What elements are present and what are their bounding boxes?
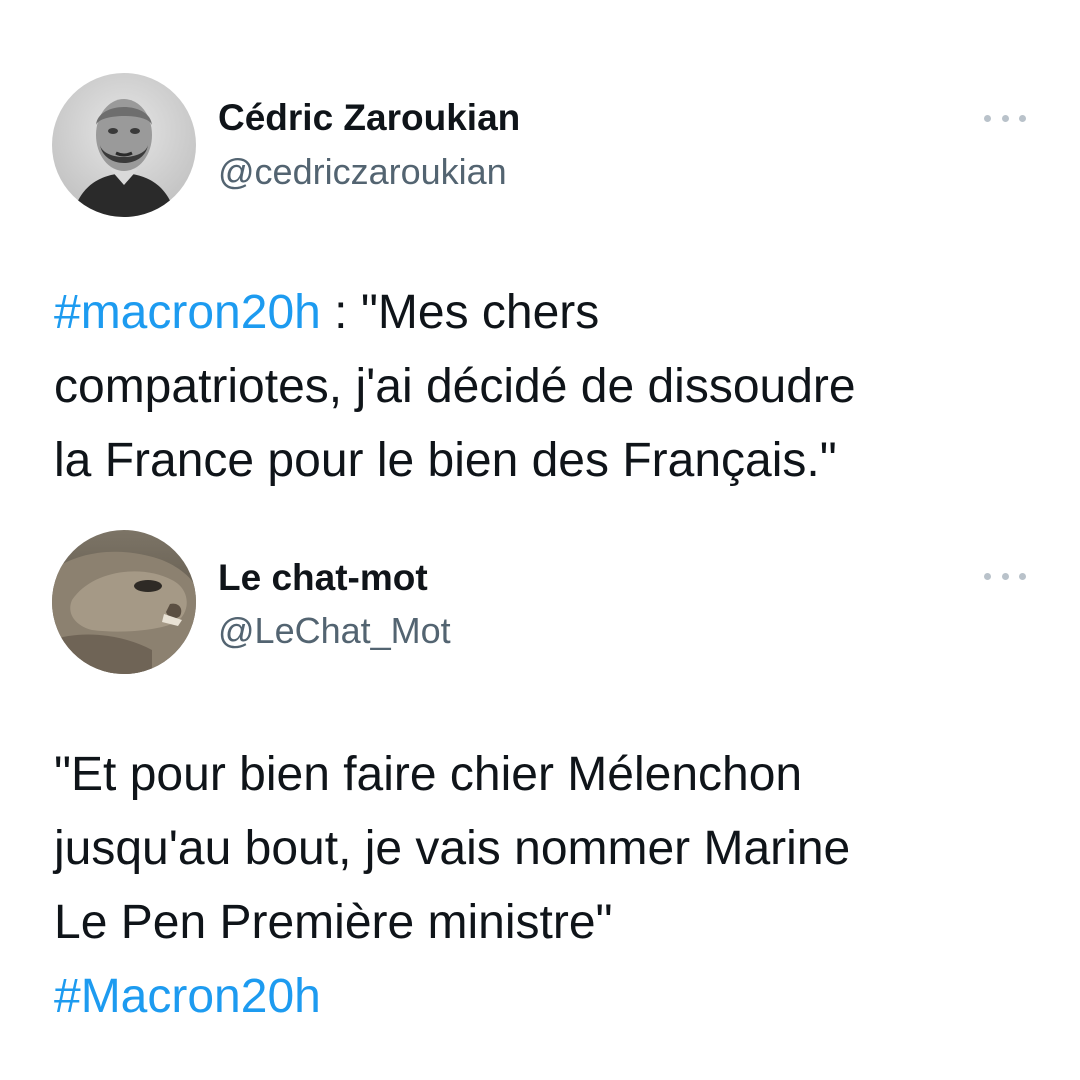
hashtag-link[interactable]: #macron20h	[54, 286, 321, 339]
tweet-text-line: compatriotes, j'ai décidé de dissoudre	[54, 360, 856, 413]
tweet-text-line: Le Pen Première ministre"	[54, 896, 613, 949]
more-horizontal-icon	[1019, 114, 1026, 122]
avatar[interactable]	[52, 530, 196, 674]
author-display-name[interactable]: Cédric Zaroukian	[218, 97, 520, 139]
more-horizontal-icon	[1001, 572, 1009, 580]
avatar[interactable]	[52, 73, 196, 217]
tweet-text-line: jusqu'au bout, je vais nommer Marine	[54, 822, 851, 875]
tweet-text-line: "Et pour bien faire chier Mélenchon	[54, 748, 803, 801]
more-horizontal-icon	[984, 572, 991, 580]
tweet-text: "Et pour bien faire chier Mélenchon jusq…	[54, 738, 1044, 1034]
screenshot-canvas: Cédric Zaroukian @cedriczaroukian #macro…	[0, 0, 1080, 1080]
tweet-text-line: #Macron20h	[54, 960, 1044, 1034]
author-display-name[interactable]: Le chat-mot	[218, 557, 428, 599]
more-horizontal-icon	[1001, 114, 1009, 122]
more-options-button[interactable]	[984, 564, 1026, 588]
tweet-text-line: #macron20h : "Mes chers	[54, 276, 1044, 350]
tweet-text-segment: : "Mes chers	[320, 286, 600, 339]
camel-avatar-icon	[52, 530, 196, 674]
tweet-text-line: la France pour le bien des Français."	[54, 434, 837, 487]
more-horizontal-icon	[1019, 572, 1026, 580]
author-handle[interactable]: @LeChat_Mot	[218, 610, 451, 652]
more-options-button[interactable]	[984, 106, 1026, 130]
person-portrait-avatar-icon	[52, 73, 196, 217]
hashtag-link[interactable]: #Macron20h	[54, 970, 321, 1023]
more-horizontal-icon	[984, 114, 991, 122]
author-handle[interactable]: @cedriczaroukian	[218, 151, 507, 193]
tweet-text: #macron20h : "Mes chers compatriotes, j'…	[54, 276, 1044, 498]
